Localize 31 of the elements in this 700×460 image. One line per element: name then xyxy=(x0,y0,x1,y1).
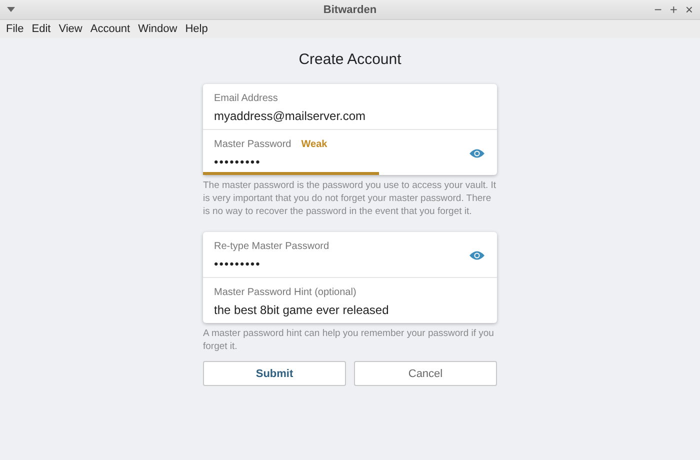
menu-item[interactable]: Edit xyxy=(28,23,55,35)
help-text: A master password hint can help you remember your password if you forget it. xyxy=(203,327,495,353)
input-field[interactable]: Email Address myaddress@mailserver.com xyxy=(203,84,497,129)
cancel-button[interactable]: Cancel xyxy=(354,361,497,386)
menu-item[interactable]: View xyxy=(54,23,86,35)
field-label: Master Password Hint (optional) xyxy=(214,286,356,298)
window-menu-icon[interactable] xyxy=(7,7,15,12)
menu-item[interactable]: Account xyxy=(86,23,134,35)
field-value: myaddress@mailserver.com xyxy=(214,108,367,122)
menu-item[interactable]: Help xyxy=(181,23,212,35)
help-text: The master password is the password you use to access your vault. It is very important that you do not forget your master password. There is no way to recover the password in the event that you forget it. xyxy=(203,179,497,218)
field-value: ••••••••• xyxy=(214,154,262,168)
window-control-button[interactable]: − xyxy=(651,2,665,18)
field-value: the best 8bit game ever released xyxy=(214,302,390,316)
eye-icon[interactable] xyxy=(469,250,485,261)
field-label: Re-type Master Password xyxy=(214,240,330,252)
field-label: Email Address xyxy=(214,92,278,104)
window-control-button[interactable]: × xyxy=(682,2,696,18)
menu-item[interactable]: File xyxy=(2,23,28,35)
window-control-button[interactable]: + xyxy=(666,2,680,18)
submit-button[interactable]: Submit xyxy=(203,361,346,386)
menu-item[interactable]: Window xyxy=(134,23,182,35)
field-label: Master Password xyxy=(214,138,292,150)
input-field[interactable]: Master Password Hint (optional) the best 8bit game ever released xyxy=(203,277,497,323)
eye-icon[interactable] xyxy=(469,148,485,159)
field-value: ••••••••• xyxy=(214,256,262,270)
page-heading: Create Account xyxy=(298,51,402,68)
input-field[interactable]: Re-type Master Password ••••••••• xyxy=(203,232,497,277)
input-field[interactable]: Master Password Weak ••••••••• xyxy=(203,129,497,175)
window-title: Bitwarden xyxy=(323,4,377,16)
strength-label: Weak xyxy=(301,138,328,150)
